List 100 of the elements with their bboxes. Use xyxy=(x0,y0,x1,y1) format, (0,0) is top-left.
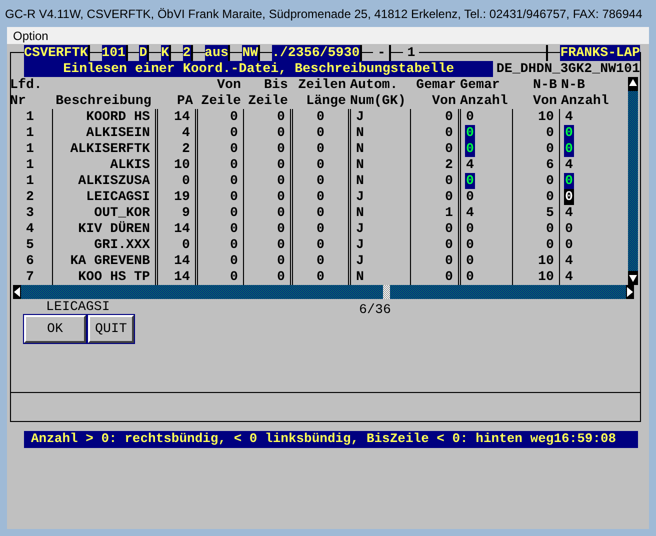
horizontal-scrollbar[interactable] xyxy=(13,285,634,299)
table-cell[interactable]: 0 xyxy=(564,173,574,189)
table-cell: KA GREVENB xyxy=(69,253,151,269)
group-label: LEICAGSI xyxy=(45,299,111,315)
table-cell[interactable]: 0 xyxy=(465,141,475,157)
table-cell: 0 xyxy=(229,173,239,189)
header-field: CSVERFTK xyxy=(24,45,88,61)
table-cell: 5 xyxy=(545,205,555,221)
scroll-down-icon[interactable] xyxy=(628,271,638,285)
table-cell[interactable]: 0 xyxy=(564,237,574,253)
column-header: Zeile xyxy=(200,93,241,109)
header-field: K xyxy=(161,45,170,61)
table-cell: 0 xyxy=(276,157,286,173)
table-cell[interactable]: 0 xyxy=(465,189,475,205)
table-cell: N xyxy=(355,157,365,173)
table-cell: 0 xyxy=(316,125,326,141)
table-cell: 0 xyxy=(316,109,326,125)
window-title: GC-R V4.11W, CSVERFTK, ÖbVI Frank Maraite, Südpromenade 25, 41812 Erkelenz, Tel.: 02431/946757, FAX: 786944 xyxy=(5,6,642,20)
table-cell: LEICAGSI xyxy=(85,189,151,205)
table-cell[interactable]: 0 xyxy=(465,237,475,253)
table-cell: 0 xyxy=(229,109,239,125)
table-cell[interactable]: 0 xyxy=(465,253,475,269)
dialog-button[interactable]: QUIT xyxy=(88,315,134,343)
table-cell: 6 xyxy=(25,253,35,269)
table-cell: 0 xyxy=(444,173,454,189)
vertical-scrollbar[interactable] xyxy=(628,77,638,285)
table-cell: 0 xyxy=(229,125,239,141)
table-cell: 19 xyxy=(173,189,191,205)
table-cell: OUT_KOR xyxy=(93,205,151,221)
table-cell: 0 xyxy=(545,221,555,237)
column-header: Anzahl xyxy=(460,93,509,109)
table-cell: J xyxy=(355,109,365,125)
table-cell: 0 xyxy=(276,173,286,189)
table-cell: 0 xyxy=(181,237,191,253)
column-header: Von xyxy=(532,93,557,109)
table-cell[interactable]: 4 xyxy=(564,157,574,173)
table-cell: KOORD HS xyxy=(85,109,151,125)
scrollbar-thumb[interactable] xyxy=(383,285,390,299)
table-cell[interactable]: 4 xyxy=(564,253,574,269)
table-cell[interactable]: 4 xyxy=(465,157,475,173)
table-cell[interactable]: 0 xyxy=(564,189,574,205)
table-cell: 0 xyxy=(545,189,555,205)
column-header: N-B xyxy=(561,77,586,93)
table-cell: 4 xyxy=(25,221,35,237)
table-cell: 7 xyxy=(25,269,35,285)
table-cell: 0 xyxy=(444,125,454,141)
table-cell: 0 xyxy=(316,173,326,189)
table-cell: 0 xyxy=(181,173,191,189)
table-cell: 0 xyxy=(316,269,326,285)
table-cell: 10 xyxy=(537,253,555,269)
table-cell[interactable]: 4 xyxy=(564,205,574,221)
column-header: Zeile xyxy=(247,93,288,109)
table-cell[interactable]: 4 xyxy=(465,205,475,221)
table-cell[interactable]: 0 xyxy=(465,125,475,141)
table-cell: 0 xyxy=(444,141,454,157)
column-header: Von xyxy=(216,77,241,93)
table-cell: 0 xyxy=(229,205,239,221)
table-cell: 1 xyxy=(25,125,35,141)
table-cell: 0 xyxy=(276,205,286,221)
column-header: Gemar xyxy=(460,77,501,93)
table-cell: 0 xyxy=(276,189,286,205)
table-cell: N xyxy=(355,205,365,221)
menu-item[interactable]: Option xyxy=(13,28,48,42)
scroll-left-icon[interactable] xyxy=(13,285,21,299)
scroll-up-icon[interactable] xyxy=(628,77,638,91)
header-field: ./2356/5930 xyxy=(272,45,360,61)
header-field: D xyxy=(139,45,148,61)
table-cell[interactable]: 0 xyxy=(465,173,475,189)
table-cell[interactable]: 0 xyxy=(564,221,574,237)
table-cell[interactable]: 0 xyxy=(465,221,475,237)
table-cell[interactable]: 4 xyxy=(564,109,574,125)
column-header: Beschreibung xyxy=(54,93,152,109)
column-header: N-B xyxy=(532,77,557,93)
table-cell: 0 xyxy=(316,157,326,173)
table-cell: 9 xyxy=(181,205,191,221)
table-cell: N xyxy=(355,141,365,157)
header-field: aus xyxy=(204,45,228,61)
table-cell[interactable]: 0 xyxy=(564,125,574,141)
table-cell: 0 xyxy=(229,157,239,173)
table-cell: 10 xyxy=(537,269,555,285)
clock-time: 16:59:08 xyxy=(554,431,616,448)
table-cell[interactable]: 4 xyxy=(564,269,574,285)
table-cell: GRI.XXX xyxy=(93,237,151,253)
header-field: 101 xyxy=(102,45,126,61)
table-cell: 0 xyxy=(444,269,454,285)
table-cell[interactable]: 0 xyxy=(465,269,475,285)
table-cell: 0 xyxy=(276,269,286,285)
column-header: Bis xyxy=(263,77,288,93)
table-cell: 0 xyxy=(229,237,239,253)
table-cell: 0 xyxy=(229,253,239,269)
table-cell: 5 xyxy=(25,237,35,253)
table-cell[interactable]: 0 xyxy=(465,109,475,125)
scroll-right-icon[interactable] xyxy=(626,285,634,299)
dialog-button[interactable]: OK xyxy=(24,315,86,343)
table-cell[interactable]: 0 xyxy=(564,141,574,157)
table-cell: 0 xyxy=(545,237,555,253)
table-cell: 0 xyxy=(316,221,326,237)
table-cell: 14 xyxy=(173,221,191,237)
table-cell: 1 xyxy=(25,157,35,173)
table-cell: 0 xyxy=(229,141,239,157)
